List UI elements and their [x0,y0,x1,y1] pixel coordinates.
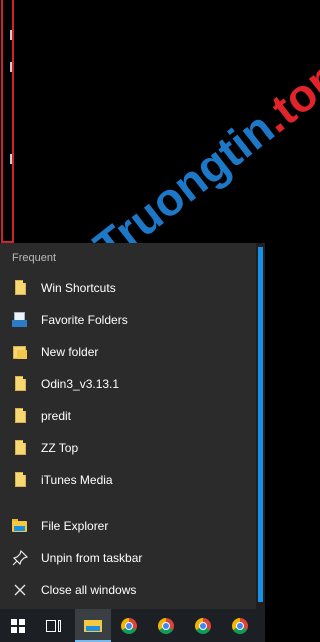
document-icon [12,376,28,392]
document-icon [12,472,28,488]
folder-icon [12,518,28,534]
document-icon [12,344,28,360]
windows-logo-icon [11,618,25,633]
taskbar [0,609,265,642]
frequent-item[interactable]: Win Shortcuts [0,272,256,304]
edge-marker [10,154,12,164]
favorites-icon [12,312,28,328]
frequent-item-label: ZZ Top [41,441,79,455]
window-edge-highlight [1,0,14,243]
frequent-item-label: New folder [41,345,99,359]
task-view-button[interactable] [36,609,72,642]
close-icon [12,582,28,598]
chrome-icon [232,617,248,634]
close-all-task[interactable]: Close all windows [0,574,256,606]
file-explorer-taskbar-button[interactable] [75,609,111,642]
section-title: Frequent [12,252,57,264]
frequent-item-label: Win Shortcuts [41,281,116,295]
chrome-taskbar-button[interactable] [222,609,258,642]
task-label: Close all windows [41,583,137,597]
document-icon [12,408,28,424]
frequent-item[interactable]: New folder [0,336,256,368]
chrome-icon [158,617,174,634]
frequent-item-label: iTunes Media [41,473,113,487]
task-label: Unpin from taskbar [41,551,143,565]
folder-icon [84,617,102,633]
chrome-icon [195,617,211,634]
frequent-item-label: Odin3_v3.13.1 [41,377,120,391]
scrollbar-thumb[interactable] [258,247,263,602]
document-icon [12,440,28,456]
chrome-icon [121,617,137,634]
unpin-task[interactable]: Unpin from taskbar [0,542,256,574]
frequent-item[interactable]: predit [0,400,256,432]
jump-list-scrollbar[interactable] [256,243,265,609]
chrome-taskbar-button[interactable] [185,609,221,642]
frequent-item-label: Favorite Folders [41,313,128,327]
frequent-item[interactable]: ZZ Top [0,432,256,464]
chrome-taskbar-button[interactable] [111,609,147,642]
watermark-logo: Truongtin.top [84,49,320,274]
task-view-icon [46,619,62,633]
chrome-taskbar-button[interactable] [148,609,184,642]
frequent-item-label: predit [41,409,72,423]
file-explorer-task[interactable]: File Explorer [0,510,256,542]
frequent-item[interactable]: Favorite Folders [0,304,256,336]
unpin-icon [12,549,29,566]
edge-marker [10,62,12,72]
task-label: File Explorer [41,519,109,533]
frequent-item[interactable]: Odin3_v3.13.1 [0,368,256,400]
start-button[interactable] [0,609,36,642]
desktop-area: Truongtin.top [0,0,320,273]
edge-marker [10,30,12,40]
frequent-item[interactable]: iTunes Media [0,464,256,496]
document-icon [12,280,28,296]
